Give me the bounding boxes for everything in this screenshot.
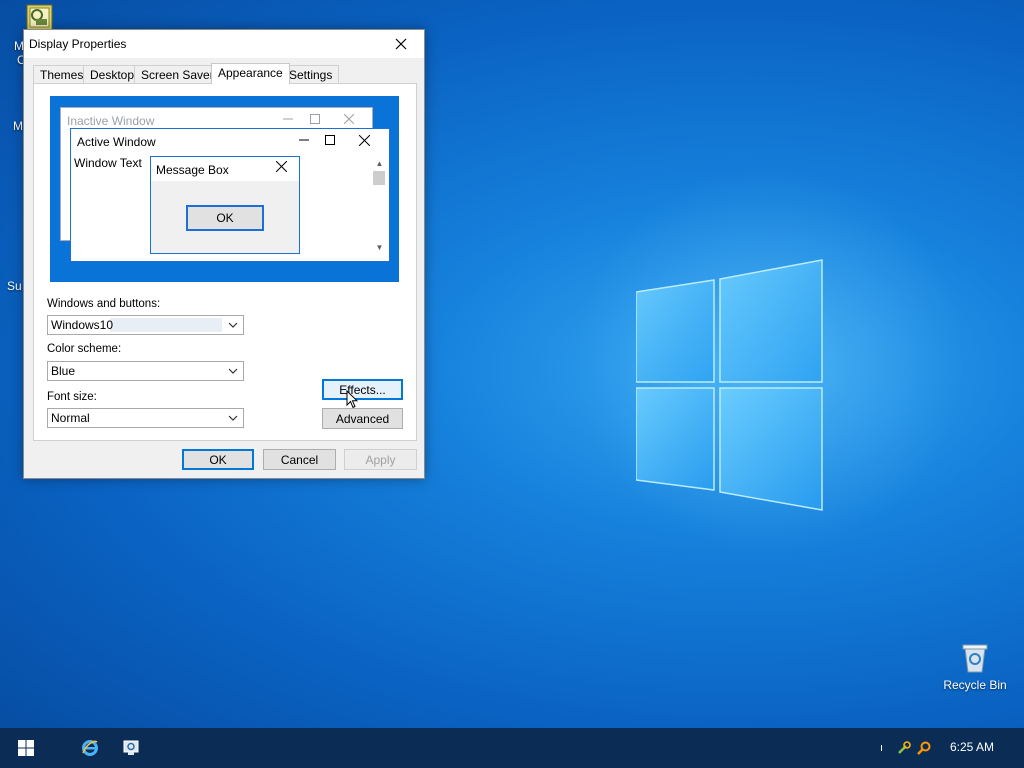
font-size-value: Normal (51, 411, 90, 425)
dialog-titlebar[interactable]: Display Properties (24, 30, 424, 58)
recycle-bin[interactable]: Recycle Bin (940, 642, 1010, 692)
tab-settings[interactable]: Settings (282, 65, 340, 83)
preview-message-box-title: Message Box (156, 163, 229, 177)
appearance-preview: Inactive Window Active Window Window Tex… (50, 96, 399, 282)
scroll-up-icon: ▲ (375, 158, 384, 168)
tray-tool-icon (898, 741, 911, 754)
font-size-select[interactable]: Normal (47, 408, 244, 428)
windows-and-buttons-value: Windows10 (51, 318, 114, 332)
recycle-bin-icon (962, 644, 988, 673)
preview-message-box-titlebar: Message Box (151, 157, 299, 181)
close-icon (341, 131, 387, 149)
chevron-down-icon (225, 409, 241, 427)
preview-active-controls (289, 131, 387, 149)
minimize-icon (271, 110, 305, 128)
tab-appearance[interactable]: Appearance (211, 63, 290, 84)
preview-message-box: Message Box OK (150, 156, 300, 254)
scrollbar-thumb (373, 171, 385, 185)
close-icon (325, 110, 373, 128)
display-properties-taskbar-button[interactable] (116, 728, 146, 768)
close-icon (395, 38, 407, 50)
dialog-close-button[interactable] (384, 30, 418, 58)
advanced-button[interactable]: Advanced (322, 408, 403, 429)
maximize-icon (305, 110, 325, 128)
recycle-bin-label: Recycle Bin (943, 678, 1007, 692)
color-scheme-select[interactable]: Blue (47, 361, 244, 381)
internet-explorer-icon (82, 740, 98, 756)
windows-logo-wallpaper (636, 259, 823, 511)
font-size-label: Font size: (47, 391, 97, 403)
desktop-icon-label-stub: Su (7, 279, 22, 293)
preview-inactive-title: Inactive Window (67, 114, 155, 128)
appearance-panel: Inactive Window Active Window Window Tex… (33, 83, 417, 441)
color-scheme-value: Blue (51, 364, 76, 378)
cancel-button[interactable]: Cancel (263, 449, 336, 470)
preview-active-title: Active Window (77, 135, 156, 149)
internet-explorer-taskbar-button[interactable] (74, 728, 106, 768)
tray-search-button[interactable] (914, 728, 934, 768)
desktop-icon-label-stub: M (13, 119, 23, 133)
display-properties-icon (123, 740, 139, 755)
effects-button[interactable]: Effects... (322, 379, 403, 400)
preview-window-text: Window Text (74, 156, 142, 170)
start-button[interactable] (0, 728, 52, 768)
dialog-title: Display Properties (29, 37, 127, 51)
windows-and-buttons-label: Windows and buttons: (47, 298, 161, 310)
desktop-icon-top-left[interactable] (26, 4, 53, 31)
preview-inactive-controls (271, 110, 373, 128)
taskbar: ı 6:25 AM (0, 728, 1024, 768)
tab-desktop[interactable]: Desktop (83, 65, 142, 83)
tab-themes[interactable]: Themes (33, 65, 91, 83)
ok-button[interactable]: OK (182, 449, 254, 470)
minimize-icon (289, 131, 319, 149)
magnifier-icon (917, 741, 931, 755)
display-properties-dialog: Display Properties Themes Desktop Screen… (23, 29, 425, 479)
preview-message-box-ok: OK (186, 205, 264, 231)
tray-overflow-stub: ı (880, 742, 884, 754)
tab-screen-saver[interactable]: Screen Saver (134, 65, 221, 83)
chevron-down-icon (225, 362, 241, 380)
color-scheme-label: Color scheme: (47, 343, 122, 355)
taskbar-clock[interactable]: 6:25 AM (950, 740, 994, 754)
mouse-cursor-icon (346, 390, 358, 409)
control-panel-icon (26, 4, 53, 31)
chevron-down-icon (225, 316, 241, 334)
windows-and-buttons-select[interactable]: Windows10 (47, 315, 244, 335)
tray-network-button[interactable] (894, 728, 914, 768)
scroll-down-icon: ▼ (375, 242, 384, 252)
apply-button[interactable]: Apply (344, 449, 417, 470)
close-icon (276, 161, 287, 172)
maximize-icon (319, 131, 341, 149)
preview-scrollbar: ▲ ▼ (372, 155, 387, 255)
select-highlight (110, 318, 222, 332)
windows-start-icon (18, 740, 34, 756)
